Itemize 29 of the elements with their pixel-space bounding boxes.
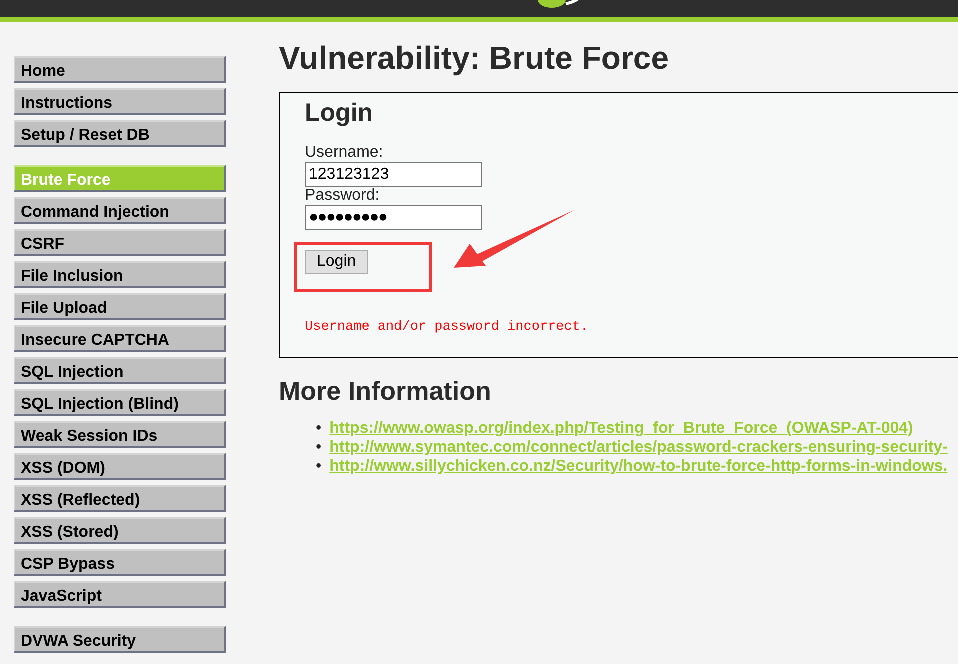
password-field[interactable]: ●●●●●●●●● [305,205,482,230]
menu-item[interactable]: File Upload [14,293,226,320]
menu-item[interactable]: JavaScript [14,581,226,608]
menu-item[interactable]: Weak Session IDs [14,421,226,448]
login-button[interactable]: Login [305,250,368,274]
menu-item[interactable]: SQL Injection [14,357,226,384]
error-message: Username and/or password incorrect. [305,320,590,335]
menu-item[interactable]: XSS (Stored) [14,517,226,544]
menu-item[interactable]: Home [14,56,226,83]
password-label: Password: [305,187,381,205]
menu-item[interactable]: CSRF [14,229,226,256]
menu-item[interactable]: SQL Injection (Blind) [14,389,226,416]
bullet: • [316,438,322,457]
menu-item[interactable]: Insecure CAPTCHA [14,325,226,352]
menu-item[interactable]: Instructions [14,88,226,115]
menu-item[interactable]: DVWA Security [14,626,226,653]
username-label: Username: [305,144,384,162]
login-heading: Login [305,99,374,128]
menu-item[interactable]: XSS (DOM) [14,453,226,480]
menu-item[interactable]: XSS (Reflected) [14,485,226,512]
menu-item[interactable]: Command Injection [14,197,226,224]
menu-item[interactable]: CSP Bypass [14,549,226,576]
menu-item[interactable]: Setup / Reset DB [14,120,226,147]
section-heading: More Information [279,376,492,407]
username-field[interactable]: 123123123 [305,162,482,187]
menu-item[interactable]: File Inclusion [14,261,226,288]
bullet: • [316,457,322,476]
bullet: • [316,419,322,438]
page-title: Vulnerability: Brute Force [279,40,670,77]
